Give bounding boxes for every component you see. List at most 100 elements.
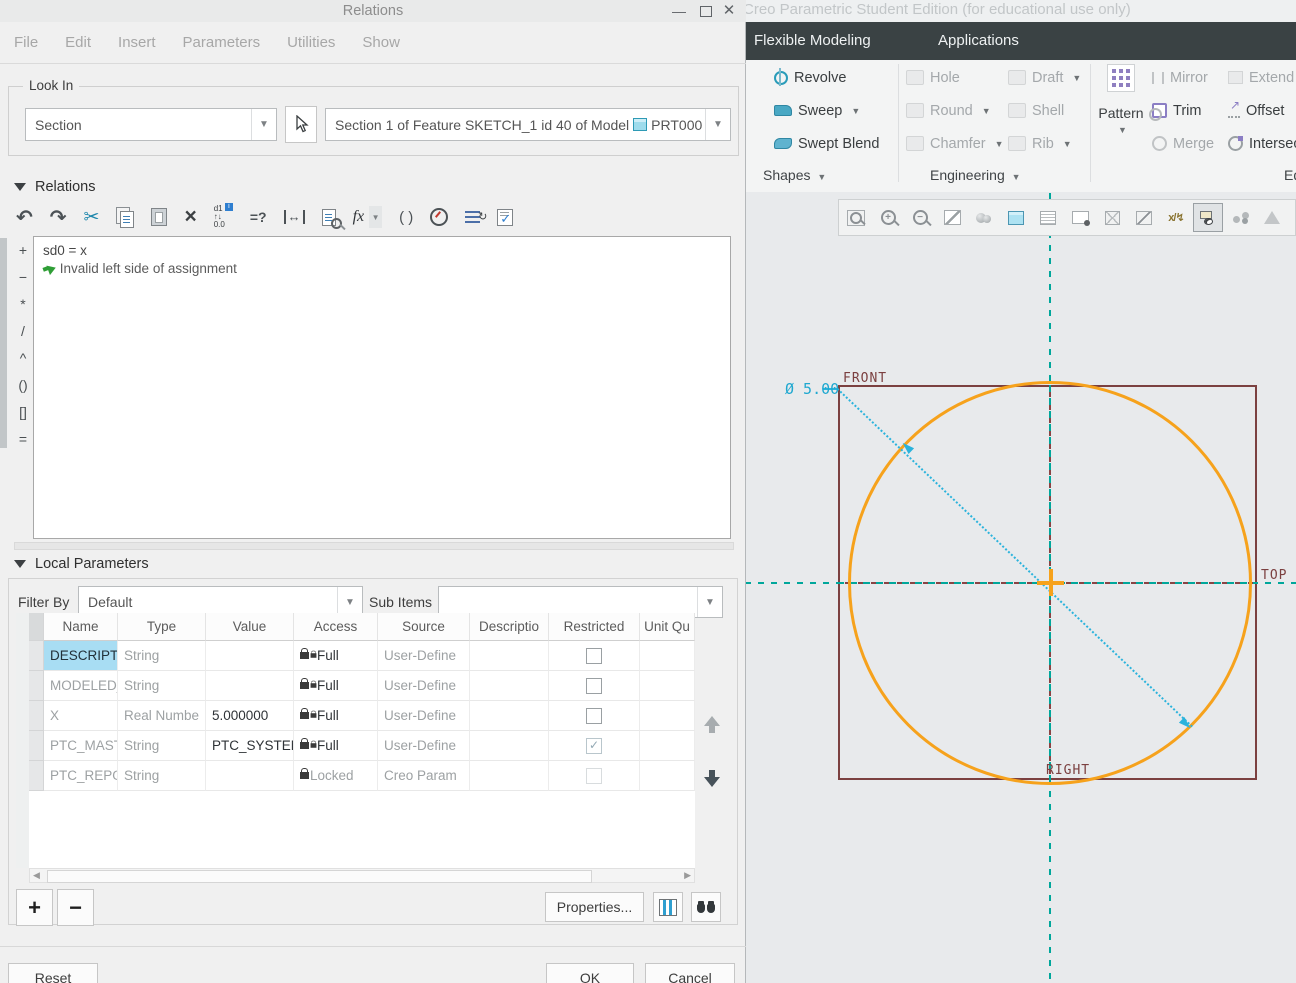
units-gauge-icon[interactable] <box>430 208 448 226</box>
restricted-checkbox[interactable]: ✓ <box>586 738 602 754</box>
table-row[interactable]: MODELED_StringFullUser-Define <box>29 671 695 701</box>
redo-icon[interactable]: ↷ <box>50 205 67 230</box>
table-row[interactable]: DESCRIPTIOStringFullUser-Define <box>29 641 695 671</box>
row-header-cell[interactable] <box>29 731 44 761</box>
cell-access[interactable]: Full <box>294 731 378 761</box>
restricted-checkbox[interactable] <box>586 708 602 724</box>
chevron-down-icon[interactable]: ▼ <box>1101 125 1144 135</box>
parentheses-icon[interactable]: ( ) <box>399 209 413 226</box>
chevron-down-icon[interactable]: ▼ <box>705 109 730 140</box>
copy-icon[interactable] <box>120 211 134 228</box>
saved-orientations-icon[interactable] <box>1001 203 1031 232</box>
collapse-icon[interactable] <box>14 183 26 191</box>
cell-source[interactable]: User-Define <box>378 701 470 731</box>
relations-section-header[interactable]: Relations <box>14 179 95 195</box>
operator-button[interactable]: () <box>18 377 27 395</box>
operator-button[interactable]: + <box>19 242 27 260</box>
swept-blend-button[interactable]: Swept Blend <box>774 128 879 159</box>
column-header-type[interactable]: Type <box>118 613 206 641</box>
cell-description[interactable] <box>470 731 549 761</box>
annotation-display-icon[interactable] <box>1193 203 1223 232</box>
menu-file[interactable]: File <box>14 34 38 51</box>
chevron-down-icon[interactable]: ▼ <box>251 109 276 140</box>
front-datum-label[interactable]: FRONT <box>843 371 887 386</box>
row-header-cell[interactable] <box>29 761 44 791</box>
operator-button[interactable]: − <box>19 269 27 287</box>
chevron-down-icon[interactable]: ▼ <box>1063 139 1072 149</box>
column-header-value[interactable]: Value <box>206 613 294 641</box>
cell-access[interactable]: Locked <box>294 761 378 791</box>
function-dropdown-icon[interactable]: ▼ <box>369 206 382 228</box>
shell-button[interactable]: Shell <box>1008 95 1064 126</box>
hole-button[interactable]: Hole <box>906 62 960 93</box>
offset-button[interactable]: Offset <box>1228 95 1284 126</box>
restricted-checkbox[interactable] <box>586 678 602 694</box>
mirror-button[interactable]: Mirror <box>1152 62 1208 93</box>
delete-icon[interactable]: × <box>184 205 196 229</box>
column-header-name[interactable]: Name <box>44 613 118 641</box>
column-header-descriptio[interactable]: Descriptio <box>470 613 549 641</box>
cell-description[interactable] <box>470 701 549 731</box>
operator-button[interactable]: = <box>19 431 27 449</box>
section-icon[interactable] <box>1129 203 1159 232</box>
ok-button[interactable]: OK <box>546 963 634 983</box>
column-header-source[interactable]: Source <box>378 613 470 641</box>
cell-access[interactable]: Full <box>294 671 378 701</box>
right-datum-label[interactable]: RIGHT <box>1046 763 1090 778</box>
maximize-button[interactable] <box>700 6 712 17</box>
table-corner-cell[interactable] <box>29 613 44 641</box>
operator-button[interactable]: [] <box>19 404 27 422</box>
row-header-cell[interactable] <box>29 671 44 701</box>
restricted-checkbox[interactable] <box>586 648 602 664</box>
diameter-dimension-value[interactable]: Ø 5.00 <box>785 380 839 398</box>
restricted-checkbox[interactable] <box>586 768 602 784</box>
round-button[interactable]: Round ▼ <box>906 95 991 126</box>
chevron-down-icon[interactable]: ▼ <box>995 139 1004 149</box>
column-header-access[interactable]: Access <box>294 613 378 641</box>
rib-button[interactable]: Rib ▼ <box>1008 128 1072 159</box>
relations-editor[interactable]: sd0 = x Invalid left side of assignment <box>33 236 731 539</box>
move-row-down-button[interactable] <box>704 777 720 787</box>
scroll-left-icon[interactable]: ◀ <box>33 870 40 881</box>
cell-name[interactable]: MODELED_ <box>44 671 118 701</box>
cell-name[interactable]: DESCRIPTIO <box>44 641 118 671</box>
editing-group-label[interactable]: Ed <box>1284 167 1296 183</box>
chevron-down-icon[interactable]: ▼ <box>851 106 860 116</box>
find-dimension-icon[interactable] <box>322 209 336 226</box>
insert-function-icon[interactable]: fx <box>353 208 365 226</box>
pattern-button[interactable]: Pattern ▼ <box>1098 64 1144 135</box>
chevron-down-icon[interactable]: ▼ <box>982 106 991 116</box>
cell-unit-quantity[interactable] <box>640 701 695 731</box>
cell-source[interactable]: User-Define <box>378 641 470 671</box>
row-header-cell[interactable] <box>29 641 44 671</box>
tab-flexible-modeling[interactable]: Flexible Modeling <box>740 22 885 60</box>
chamfer-button[interactable]: Chamfer ▼ <box>906 128 1004 159</box>
operator-button[interactable]: / <box>21 323 25 341</box>
local-parameters-header[interactable]: Local Parameters <box>14 556 149 572</box>
draft-button[interactable]: Draft ▼ <box>1008 62 1081 93</box>
collapse-icon[interactable] <box>14 560 26 568</box>
menu-parameters[interactable]: Parameters <box>183 34 261 51</box>
cancel-button[interactable]: Cancel <box>645 963 735 983</box>
evaluate-icon[interactable]: =? <box>250 209 267 225</box>
cell-type[interactable]: String <box>118 731 206 761</box>
editor-scrollbar[interactable] <box>14 542 734 550</box>
verify-icon[interactable] <box>497 209 513 226</box>
cell-value[interactable] <box>206 671 294 701</box>
relation-line[interactable]: sd0 = x <box>34 237 730 258</box>
table-vertical-scrollbar[interactable] <box>16 613 30 868</box>
cell-name[interactable]: PTC_MASTE <box>44 731 118 761</box>
scrollbar-thumb[interactable] <box>47 870 592 883</box>
operator-button[interactable]: ^ <box>20 350 27 368</box>
cut-icon[interactable]: ✂ <box>84 206 100 229</box>
cell-value[interactable]: PTC_SYSTEM <box>206 731 294 761</box>
columns-button[interactable] <box>653 892 683 922</box>
paste-icon[interactable] <box>151 208 167 226</box>
find-parameter-button[interactable] <box>691 892 721 922</box>
cell-source[interactable]: Creo Param <box>378 761 470 791</box>
cell-description[interactable] <box>470 641 549 671</box>
cell-access[interactable]: Full <box>294 701 378 731</box>
cell-restricted[interactable]: ✓ <box>549 731 640 761</box>
cell-source[interactable]: User-Define <box>378 731 470 761</box>
cell-unit-quantity[interactable] <box>640 761 695 791</box>
